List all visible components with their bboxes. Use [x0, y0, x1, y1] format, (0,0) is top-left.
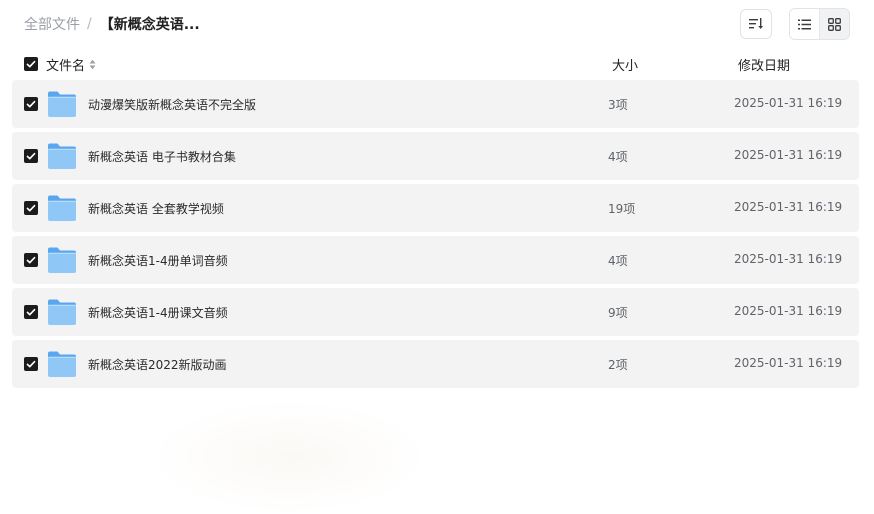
background-decoration [150, 400, 430, 514]
folder-icon [48, 247, 76, 273]
breadcrumb: 全部文件 / 【新概念英语... [24, 14, 200, 34]
table-header: 文件名 大小 修改日期 [0, 52, 874, 76]
breadcrumb-current: 【新概念英语... [99, 17, 200, 33]
view-toggle [789, 8, 850, 40]
select-all-checkbox[interactable] [24, 57, 38, 71]
column-header-date[interactable]: 修改日期 [738, 55, 790, 74]
breadcrumb-root[interactable]: 全部文件 [24, 14, 80, 34]
grid-view-button[interactable] [820, 9, 849, 39]
table-row[interactable]: 新概念英语 全套教学视频 19项 2025-01-31 16:19 [12, 184, 859, 232]
file-item-count: 19项 [608, 202, 636, 216]
table-row[interactable]: 新概念英语1-4册课文音频 9项 2025-01-31 16:19 [12, 288, 859, 336]
file-item-count: 4项 [608, 254, 628, 268]
sort-icon [749, 18, 763, 29]
folder-icon [48, 351, 76, 377]
row-checkbox[interactable] [24, 201, 38, 215]
file-name[interactable]: 动漫爆笑版新概念英语不完全版 [88, 96, 256, 113]
file-item-count: 3项 [608, 98, 628, 112]
row-checkbox[interactable] [24, 253, 38, 267]
check-icon [26, 100, 36, 108]
row-checkbox[interactable] [24, 149, 38, 163]
file-modified-date: 2025-01-31 16:19 [734, 356, 843, 370]
column-header-name-label: 文件名 [46, 59, 86, 74]
sort-button[interactable] [740, 9, 772, 39]
sort-caret-icon [89, 59, 96, 70]
file-item-count: 9项 [608, 306, 628, 320]
file-name[interactable]: 新概念英语 电子书教材合集 [88, 148, 236, 165]
list-view-button[interactable] [790, 9, 820, 39]
row-checkbox[interactable] [24, 97, 38, 111]
table-row[interactable]: 新概念英语 电子书教材合集 4项 2025-01-31 16:19 [12, 132, 859, 180]
file-name[interactable]: 新概念英语1-4册单词音频 [88, 252, 228, 269]
check-icon [26, 308, 36, 316]
table-row[interactable]: 新概念英语1-4册单词音频 4项 2025-01-31 16:19 [12, 236, 859, 284]
breadcrumb-separator: / [87, 16, 92, 32]
file-modified-date: 2025-01-31 16:19 [734, 304, 843, 318]
file-modified-date: 2025-01-31 16:19 [734, 148, 843, 162]
folder-icon [48, 91, 76, 117]
check-icon [26, 60, 36, 68]
check-icon [26, 152, 36, 160]
table-row[interactable]: 新概念英语2022新版动画 2项 2025-01-31 16:19 [12, 340, 859, 388]
check-icon [26, 256, 36, 264]
file-list: 动漫爆笑版新概念英语不完全版 3项 2025-01-31 16:19 新概念英语… [12, 80, 859, 392]
list-view-icon [798, 19, 811, 29]
file-modified-date: 2025-01-31 16:19 [734, 252, 843, 266]
column-header-name[interactable]: 文件名 [46, 55, 96, 74]
grid-view-icon [828, 17, 841, 31]
file-modified-date: 2025-01-31 16:19 [734, 200, 843, 214]
file-item-count: 4项 [608, 150, 628, 164]
check-icon [26, 204, 36, 212]
row-checkbox[interactable] [24, 305, 38, 319]
file-name[interactable]: 新概念英语 全套教学视频 [88, 200, 224, 217]
file-name[interactable]: 新概念英语2022新版动画 [88, 356, 227, 373]
file-name[interactable]: 新概念英语1-4册课文音频 [88, 304, 228, 321]
file-item-count: 2项 [608, 358, 628, 372]
row-checkbox[interactable] [24, 357, 38, 371]
table-row[interactable]: 动漫爆笑版新概念英语不完全版 3项 2025-01-31 16:19 [12, 80, 859, 128]
folder-icon [48, 195, 76, 221]
column-header-size[interactable]: 大小 [612, 55, 638, 74]
folder-icon [48, 143, 76, 169]
folder-icon [48, 299, 76, 325]
check-icon [26, 360, 36, 368]
file-modified-date: 2025-01-31 16:19 [734, 96, 843, 110]
